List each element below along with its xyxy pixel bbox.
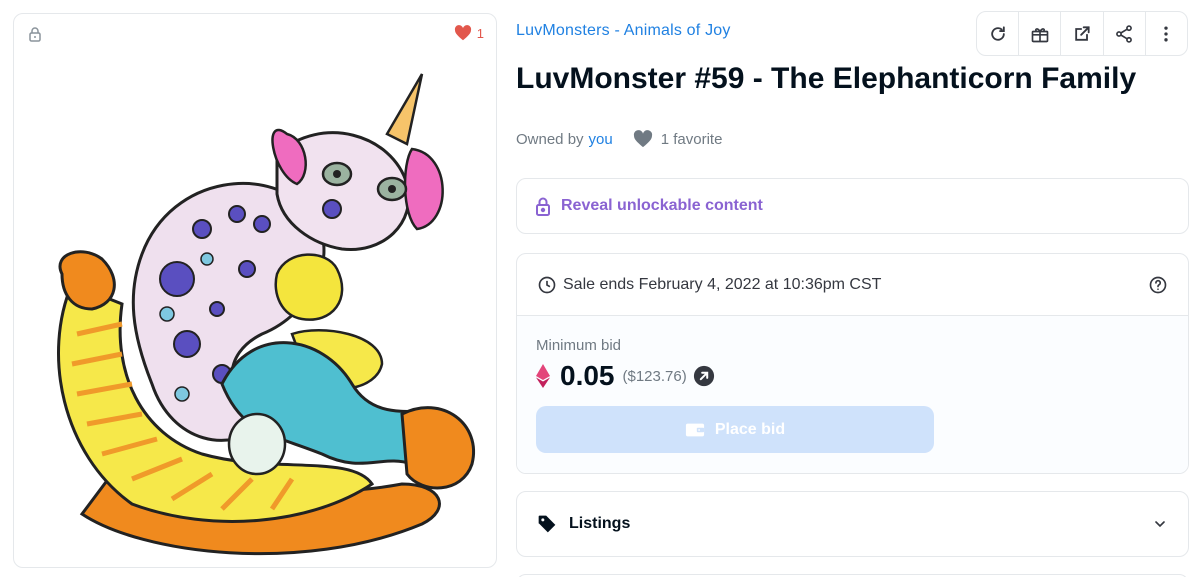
listings-label: Listings	[569, 515, 631, 532]
help-icon[interactable]	[1148, 275, 1168, 295]
heart-icon	[454, 25, 471, 41]
nft-artwork[interactable]	[22, 54, 488, 562]
reveal-unlockable-label: Reveal unlockable content	[561, 197, 763, 214]
place-bid-button[interactable]: Place bid	[536, 406, 934, 453]
external-link-icon	[1075, 25, 1090, 41]
sale-body: Minimum bid 0.05 ($123.76) Place bid	[517, 316, 1188, 473]
asset-title: LuvMonster #59 - The Elephanticorn Famil…	[516, 62, 1137, 95]
refresh-icon	[990, 25, 1005, 41]
more-options-button[interactable]	[1146, 12, 1187, 55]
owner-link[interactable]: you	[589, 131, 613, 148]
favorite-button[interactable]: 1	[454, 25, 484, 41]
price-usd: ($123.76)	[622, 367, 687, 385]
collection-link[interactable]: LuvMonsters - Animals of Joy	[516, 22, 731, 40]
asset-toolbar	[976, 11, 1188, 56]
minimum-bid-label: Minimum bid	[536, 337, 622, 354]
listings-accordion[interactable]: Listings	[516, 491, 1189, 557]
external-link-button[interactable]	[1061, 12, 1104, 55]
place-bid-label: Place bid	[714, 420, 786, 438]
clock-icon	[538, 276, 556, 293]
sale-header: Sale ends February 4, 2022 at 10:36pm CS…	[517, 254, 1188, 316]
share-button[interactable]	[1104, 12, 1146, 55]
image-card-topbar: 1	[14, 14, 496, 54]
owned-by-label: Owned by	[516, 130, 584, 148]
chevron-down-icon	[1155, 521, 1165, 528]
share-icon	[1116, 24, 1133, 43]
more-vertical-icon	[1164, 26, 1169, 41]
tag-icon	[538, 515, 556, 533]
arrow-up-right-icon[interactable]	[693, 365, 715, 387]
ethereum-icon	[536, 364, 550, 388]
transfer-button[interactable]	[1019, 12, 1062, 55]
owner-row: Owned by you 1 favorite	[516, 130, 722, 148]
lock-icon	[29, 27, 41, 42]
gift-icon	[1031, 27, 1049, 42]
reveal-unlockable-button[interactable]: Reveal unlockable content	[516, 178, 1189, 234]
price-amount: 0.05	[560, 360, 615, 391]
wallet-icon	[685, 423, 704, 436]
favorite-count: 1	[476, 25, 484, 41]
asset-image-card: 1	[13, 13, 497, 568]
favorites-count-label: 1 favorite	[660, 130, 723, 148]
favorites-info[interactable]: 1 favorite	[633, 130, 723, 148]
refresh-button[interactable]	[977, 12, 1020, 55]
heart-icon	[633, 130, 652, 148]
lock-icon	[536, 197, 550, 216]
sale-card: Sale ends February 4, 2022 at 10:36pm CS…	[516, 253, 1189, 474]
sale-ends-text: Sale ends February 4, 2022 at 10:36pm CS…	[563, 275, 882, 293]
price-row: 0.05 ($123.76)	[536, 360, 715, 392]
